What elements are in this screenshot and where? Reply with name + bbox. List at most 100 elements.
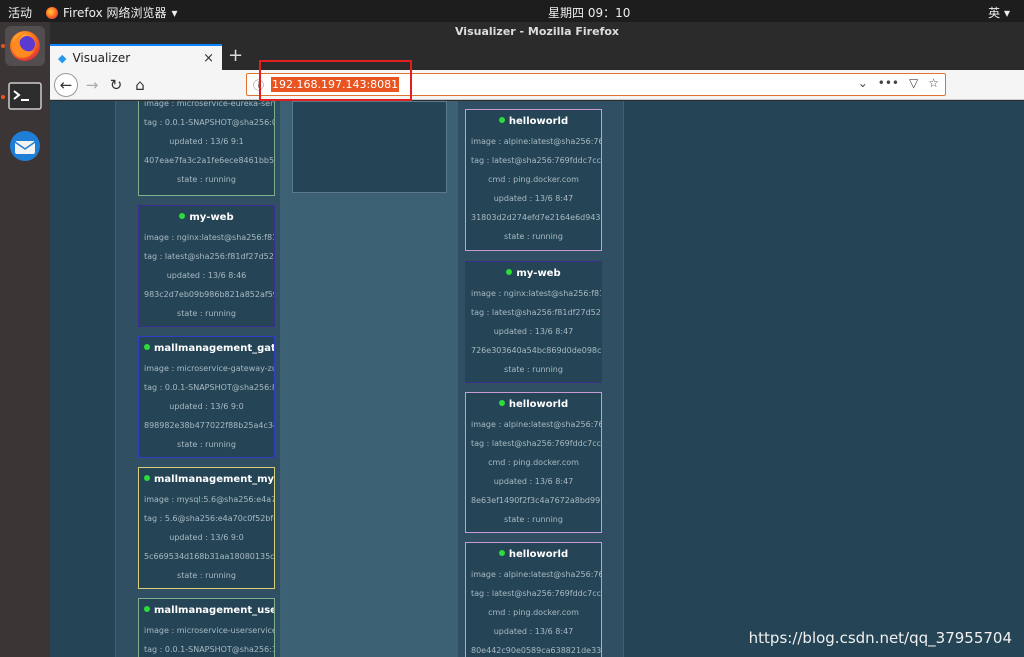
running-indicator	[1, 95, 5, 99]
service-name: mallmanagement_mysql	[139, 474, 274, 485]
service-detail: image : alpine:latest@sha256:769f	[471, 137, 601, 146]
status-dot	[144, 475, 150, 481]
service-detail: updated : 13/6 9:0	[169, 533, 244, 542]
running-indicator	[1, 44, 5, 48]
service-name-text: mallmanagement_mysql	[154, 474, 274, 485]
service-detail: tag : latest@sha256:769fddc7cc2f0	[471, 439, 601, 448]
new-tab-button[interactable]: +	[228, 45, 243, 66]
service-detail: tag : latest@sha256:f81df27d5297f	[471, 308, 601, 317]
service-detail: cmd : ping.docker.com	[488, 608, 579, 617]
chevron-down-icon[interactable]: ⌄	[858, 76, 868, 90]
service-name-text: helloworld	[508, 399, 569, 410]
app-menu[interactable]: Firefox 网络浏览器 ▾	[46, 4, 178, 21]
service-detail: updated : 13/6 8:47	[493, 477, 574, 486]
service-name-text: mallmanagement_user-ser	[154, 605, 274, 616]
service-detail: tag : 0.0.1-SNAPSHOT@sha256:1bf	[144, 645, 274, 654]
service-detail: image : nginx:latest@sha256:f81df2	[471, 289, 601, 298]
thunderbird-icon	[10, 131, 40, 161]
service-card[interactable]: image : microservice-eureka-server tag : …	[138, 101, 275, 196]
close-icon[interactable]: ×	[203, 51, 214, 66]
watermark: https://blog.csdn.net/qq_37955704	[748, 629, 1012, 647]
service-card[interactable]: helloworld image : alpine:latest@sha256:7…	[465, 542, 602, 657]
status-dot	[144, 606, 150, 612]
service-detail: 983c2d7eb09b986b821a852af59ed	[144, 290, 274, 299]
dock	[0, 22, 50, 657]
service-name: mallmanagement_gateway	[139, 343, 274, 354]
tab-visualizer[interactable]: ◆ Visualizer ×	[50, 44, 222, 70]
service-detail: image : microservice-eureka-server	[144, 101, 274, 108]
service-detail: state : running	[504, 365, 563, 374]
service-name-text: helloworld	[508, 549, 569, 560]
service-detail: state : running	[177, 175, 236, 184]
status-dot	[144, 344, 150, 350]
bookmark-star-icon[interactable]: ☆	[928, 76, 939, 90]
navigation-toolbar: ← → ↻ ⌂ ⓘ 192.168.197.143:8081 ⌄ ••• ▽ ☆	[50, 70, 1024, 100]
service-card[interactable]: my-web image : nginx:latest@sha256:f81df2…	[138, 205, 275, 327]
forward-button[interactable]: →	[80, 73, 104, 97]
dock-thunderbird[interactable]	[5, 126, 45, 166]
page-actions-icon[interactable]: •••	[878, 76, 899, 90]
visualizer-canvas: image : microservice-eureka-server tag : …	[50, 101, 1024, 657]
status-dot	[506, 269, 513, 275]
service-detail: 5c669534d168b31aa18080135cad	[144, 552, 274, 561]
service-name: helloworld	[466, 549, 601, 560]
service-card[interactable]: mallmanagement_gatewayimage : microservi…	[138, 336, 275, 458]
service-detail: updated : 13/6 8:47	[493, 327, 574, 336]
docker-icon: ◆	[58, 51, 67, 65]
service-name: helloworld	[466, 116, 601, 127]
terminal-icon	[8, 82, 42, 110]
tab-label: Visualizer	[72, 51, 131, 65]
service-detail: tag : latest@sha256:769fddc7cc2f0	[471, 156, 601, 165]
service-detail: 31803d2d274efd7e2164e6d9437f8	[471, 213, 601, 222]
service-card[interactable]: helloworld image : alpine:latest@sha256:7…	[465, 109, 602, 251]
service-name: helloworld	[466, 399, 601, 410]
firefox-icon	[46, 6, 58, 19]
service-detail: image : alpine:latest@sha256:769f	[471, 570, 601, 579]
activities-button[interactable]: 活动	[8, 4, 32, 21]
service-name: mallmanagement_user-ser	[139, 605, 274, 616]
service-detail: updated : 13/6 8:47	[493, 194, 574, 203]
node-panel	[292, 101, 447, 193]
status-dot	[498, 400, 505, 406]
service-detail: updated : 13/6 8:46	[166, 271, 247, 280]
service-detail: image : mysql:5.6@sha256:e4a70c	[144, 495, 274, 504]
service-name: my-web	[466, 268, 601, 279]
service-detail: tag : 5.6@sha256:e4a70c0f52bfda5	[144, 514, 274, 523]
service-detail: tag : latest@sha256:769fddc7cc2f0	[471, 589, 601, 598]
service-detail: 407eae7fa3c2a1fe6ece8461bb50	[144, 156, 274, 165]
service-detail: tag : latest@sha256:f81df27d5297f	[144, 252, 274, 261]
swarm-node-column	[281, 101, 457, 657]
firefox-icon	[10, 31, 40, 61]
service-name: my-web	[139, 212, 274, 223]
status-dot	[498, 550, 505, 556]
service-detail: updated : 13/6 8:47	[493, 627, 574, 636]
dock-terminal[interactable]	[5, 76, 45, 116]
service-detail: image : microservice-gateway-zuul:	[144, 364, 274, 373]
home-button[interactable]: ⌂	[128, 73, 152, 97]
service-card[interactable]: mallmanagement_mysqlimage : mysql:5.6@sh…	[138, 467, 275, 589]
service-detail: cmd : ping.docker.com	[488, 458, 579, 467]
tab-strip: ◆ Visualizer × +	[50, 42, 1024, 70]
service-detail: state : running	[177, 440, 236, 449]
status-dot	[179, 213, 186, 219]
back-button[interactable]: ←	[54, 73, 78, 97]
service-name-text: mallmanagement_gateway	[154, 343, 274, 354]
service-detail: image : microservice-userservice:0	[144, 626, 274, 635]
window-title: Visualizer - Mozilla Firefox	[50, 22, 1024, 42]
input-method-label: 英	[988, 6, 1001, 20]
service-card[interactable]: helloworld image : alpine:latest@sha256:7…	[465, 392, 602, 533]
service-detail: state : running	[504, 515, 563, 524]
reload-button[interactable]: ↻	[104, 73, 128, 97]
service-name-text: my-web	[516, 268, 561, 279]
service-name-text: my-web	[189, 212, 234, 223]
system-top-bar: 活动 Firefox 网络浏览器 ▾ 星期四 09：10 英 ▾	[0, 0, 1024, 22]
pocket-icon[interactable]: ▽	[909, 76, 918, 90]
service-card[interactable]: my-web image : nginx:latest@sha256:f81df2…	[465, 261, 602, 383]
service-detail: 80e442c90e0589ca638821de338c	[471, 646, 601, 655]
service-card[interactable]: mallmanagement_user-serimage : microserv…	[138, 598, 275, 657]
clock[interactable]: 星期四 09：10	[548, 4, 630, 21]
status-dot	[498, 117, 505, 123]
dock-firefox[interactable]	[5, 26, 45, 66]
input-method-indicator[interactable]: 英 ▾	[988, 4, 1010, 21]
service-detail: updated : 13/6 9:0	[169, 402, 244, 411]
